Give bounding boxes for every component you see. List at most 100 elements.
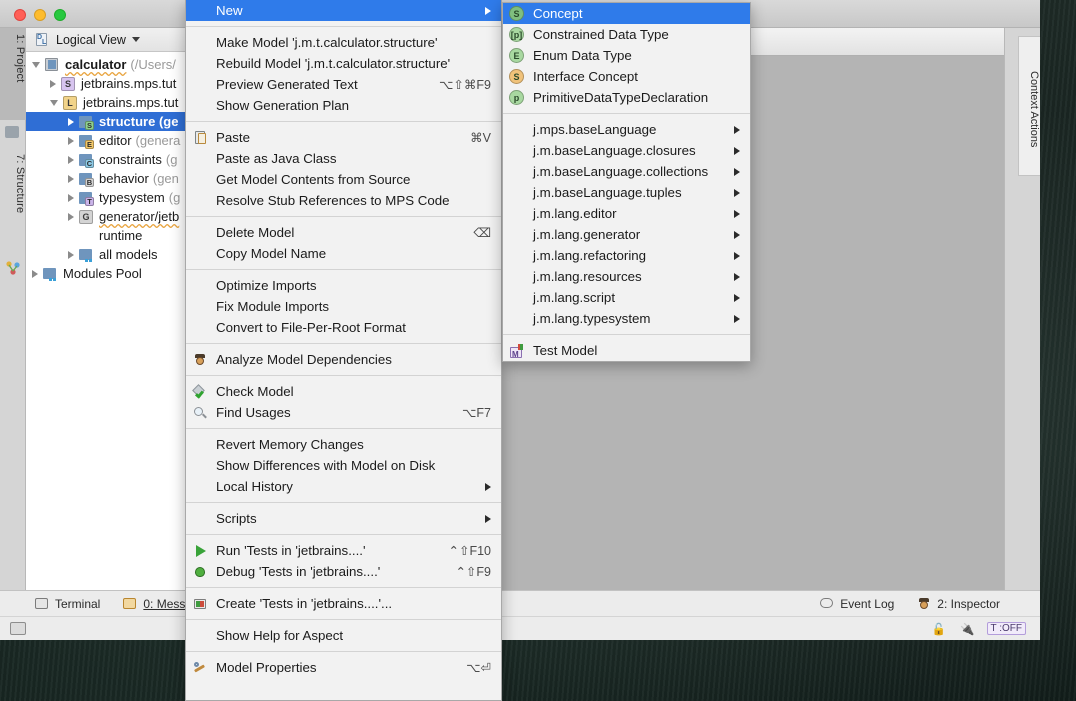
check-model-icon (192, 384, 208, 400)
menu-item[interactable]: Optimize Imports (186, 275, 501, 296)
expand-triangle-icon[interactable] (68, 155, 74, 164)
expand-triangle-icon[interactable] (68, 136, 74, 145)
menu-item-label: j.m.lang.editor (533, 206, 617, 221)
expand-triangle-icon[interactable] (68, 250, 74, 259)
menu-item[interactable]: Show Differences with Model on Disk (186, 455, 501, 476)
menu-item[interactable]: S Interface Concept (503, 66, 750, 87)
status-terminal[interactable]: Terminal (34, 596, 100, 612)
menu-item[interactable]: Copy Model Name (186, 243, 501, 264)
menu-item-label: Revert Memory Changes (216, 437, 364, 452)
menu-item[interactable]: Scripts (186, 508, 501, 529)
menu-item[interactable]: j.m.lang.typesystem (503, 308, 750, 329)
menu-item[interactable]: j.m.baseLanguage.collections (503, 161, 750, 182)
menu-item[interactable]: Resolve Stub References to MPS Code (186, 190, 501, 211)
primitive-data-type-icon: p (509, 90, 525, 106)
tree-row-path: (g (168, 190, 181, 205)
menu-item[interactable]: Analyze Model Dependencies (186, 349, 501, 370)
model-icon: S (78, 114, 94, 130)
menu-item[interactable]: Revert Memory Changes (186, 434, 501, 455)
menu-item[interactable]: j.m.lang.resources (503, 266, 750, 287)
minimize-button[interactable] (34, 9, 46, 21)
menu-item[interactable]: Rebuild Model 'j.m.t.calculator.structur… (186, 53, 501, 74)
menu-separator (186, 502, 501, 503)
status-inspector[interactable]: 2: Inspector (916, 596, 1000, 612)
menu-separator (186, 428, 501, 429)
menu-separator (186, 651, 501, 652)
new-submenu[interactable]: S Concept [p] Constrained Data Type E Enum Da… (502, 2, 751, 362)
language-icon: L (62, 95, 78, 111)
expand-triangle-icon[interactable] (68, 193, 74, 202)
menu-item[interactable]: Paste as Java Class (186, 148, 501, 169)
menu-item[interactable]: j.m.lang.editor (503, 203, 750, 224)
menu-item[interactable]: Run 'Tests in 'jetbrains....' ⌃⇧F10 (186, 540, 501, 561)
structure-tool-icon (5, 260, 21, 276)
expand-triangle-icon[interactable] (68, 174, 74, 183)
context-actions-tab[interactable]: Context Actions (1018, 36, 1040, 176)
menu-item[interactable]: M Test Model (503, 340, 750, 361)
expand-triangle-icon[interactable] (68, 212, 74, 221)
menu-item[interactable]: j.m.lang.generator (503, 224, 750, 245)
menu-item-label: Scripts (216, 511, 257, 526)
menu-item[interactable]: Make Model 'j.m.t.calculator.structure' (186, 32, 501, 53)
menu-item[interactable]: Fix Module Imports (186, 296, 501, 317)
tree-row-label: jetbrains.mps.tut (83, 95, 179, 110)
status-event-log[interactable]: Event Log (819, 596, 894, 612)
menu-item-shortcut: ⌘V (470, 131, 491, 145)
plug-icon[interactable]: 🔌 (960, 622, 974, 636)
menu-item[interactable]: Get Model Contents from Source (186, 169, 501, 190)
menu-item[interactable]: S Concept (503, 3, 750, 24)
menu-item[interactable]: Paste ⌘V (186, 127, 501, 148)
collapse-triangle-icon[interactable] (32, 61, 40, 68)
generator-icon: G (78, 209, 94, 225)
menu-item[interactable]: Create 'Tests in 'jetbrains....'... (186, 593, 501, 614)
sidebar-item-structure[interactable]: 7: Structure (0, 148, 26, 256)
menu-item[interactable]: Model Properties ⌥⏎ (186, 657, 501, 678)
menu-item-label: Make Model 'j.m.t.calculator.structure' (216, 35, 438, 50)
concept-icon: S (509, 6, 525, 22)
window-controls[interactable] (14, 9, 66, 21)
menu-item[interactable]: New (186, 0, 501, 21)
menu-item[interactable]: j.m.baseLanguage.closures (503, 140, 750, 161)
collapse-triangle-icon[interactable] (50, 99, 58, 106)
menu-item-label: Test Model (533, 343, 598, 358)
close-button[interactable] (14, 9, 26, 21)
typing-toggle[interactable]: T :OFF (986, 622, 1026, 635)
menu-item[interactable]: j.mps.baseLanguage (503, 119, 750, 140)
context-actions-label: Context Actions (1028, 70, 1040, 148)
chevron-down-icon[interactable] (131, 37, 140, 42)
menu-item[interactable]: Local History (186, 476, 501, 497)
status-mini-panel-icon[interactable] (10, 622, 26, 635)
menu-item[interactable]: j.m.baseLanguage.tuples (503, 182, 750, 203)
menu-item[interactable]: Debug 'Tests in 'jetbrains....' ⌃⇧F9 (186, 561, 501, 582)
model-icon: C (78, 152, 94, 168)
menu-item[interactable]: [p] Constrained Data Type (503, 24, 750, 45)
tree-row-label: jetbrains.mps.tut (81, 76, 177, 91)
expand-triangle-icon[interactable] (50, 79, 56, 88)
person-icon (192, 352, 208, 368)
zoom-button[interactable] (54, 9, 66, 21)
expand-triangle-icon[interactable] (68, 117, 74, 126)
status-bar-secondary: 🔓 🔌 T :OFF (0, 616, 1040, 640)
lock-icon[interactable]: 🔓 (932, 622, 946, 636)
run-icon (192, 543, 208, 559)
menu-item[interactable]: E Enum Data Type (503, 45, 750, 66)
menu-item[interactable]: Check Model (186, 381, 501, 402)
inspector-icon (916, 596, 932, 612)
menu-item-label: Copy Model Name (216, 246, 327, 261)
context-menu[interactable]: New Make Model 'j.m.t.calculator.structur… (185, 0, 502, 701)
sidebar-item-project[interactable]: 1: Project (0, 28, 26, 120)
wrench-icon (192, 660, 208, 676)
tree-row-label: all models (99, 247, 158, 262)
submenu-arrow-icon (734, 209, 740, 218)
menu-item[interactable]: j.m.lang.script (503, 287, 750, 308)
menu-item[interactable]: Preview Generated Text ⌥⇧⌘F9 (186, 74, 501, 95)
tree-row-path: (genera (135, 133, 181, 148)
menu-item[interactable]: j.m.lang.refactoring (503, 245, 750, 266)
menu-item[interactable]: Convert to File-Per-Root Format (186, 317, 501, 338)
menu-item[interactable]: Show Help for Aspect (186, 625, 501, 646)
menu-item[interactable]: Show Generation Plan (186, 95, 501, 116)
menu-item[interactable]: Delete Model ⌫ (186, 222, 501, 243)
menu-item[interactable]: Find Usages ⌥F7 (186, 402, 501, 423)
expand-triangle-icon[interactable] (32, 269, 38, 278)
menu-item[interactable]: p PrimitiveDataTypeDeclaration (503, 87, 750, 108)
